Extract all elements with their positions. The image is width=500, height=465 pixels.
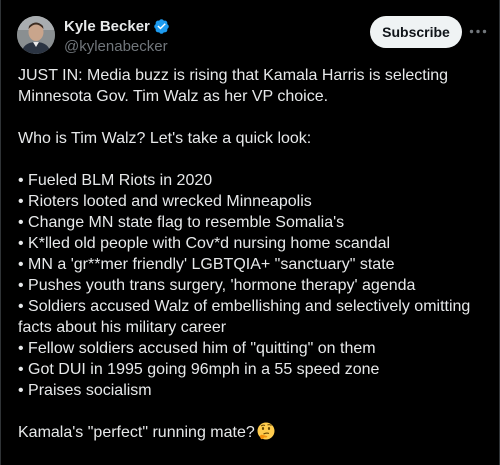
more-options-icon[interactable] [467, 20, 489, 42]
author-handle[interactable]: @kylenabecker [64, 38, 170, 55]
author-name-row: Kyle Becker [64, 17, 170, 36]
thinking-face-emoji [257, 422, 275, 440]
closing-text: Kamala's "perfect" running mate? [18, 424, 255, 441]
tweet-closing-line: Kamala's "perfect" running mate? [18, 422, 488, 443]
bullet-item: • Rioters looted and wrecked Minneapolis [18, 193, 312, 210]
subscribe-button[interactable]: Subscribe [370, 16, 462, 48]
bullet-item-continuation: facts about his military career [18, 319, 227, 336]
tweet-line: Minnesota Gov. Tim Walz as her VP choice… [18, 88, 329, 105]
author-display-name[interactable]: Kyle Becker [64, 18, 150, 35]
tweet-card: Kyle Becker @kylenabecker Subscribe JUST… [0, 0, 500, 465]
tweet-line: Who is Tim Walz? Let's take a quick look… [18, 130, 312, 147]
bullet-item: • Change MN state flag to resemble Somal… [18, 214, 345, 231]
bullet-item: • Praises socialism [18, 382, 152, 399]
author-block: Kyle Becker @kylenabecker [64, 17, 170, 55]
bullet-item: • K*lled old people with Cov*d nursing h… [18, 235, 391, 252]
tweet-text: JUST IN: Media buzz is rising that Kamal… [18, 65, 488, 443]
bullet-item: • MN a 'gr**mer friendly' LGBTQIA+ "sanc… [18, 256, 395, 273]
avatar-photo [17, 16, 55, 54]
bullet-item: • Fellow soldiers accused him of "quitti… [18, 340, 376, 357]
bullet-item: • Got DUI in 1995 going 96mph in a 55 sp… [18, 361, 380, 378]
bullet-item: • Pushes youth trans surgery, 'hormone t… [18, 277, 416, 294]
bullet-item: • Soldiers accused Walz of embellishing … [18, 298, 471, 315]
avatar[interactable] [17, 16, 55, 54]
tweet-line: JUST IN: Media buzz is rising that Kamal… [18, 67, 449, 84]
bullet-item: • Fueled BLM Riots in 2020 [18, 172, 213, 189]
verified-badge-icon[interactable] [153, 18, 170, 35]
